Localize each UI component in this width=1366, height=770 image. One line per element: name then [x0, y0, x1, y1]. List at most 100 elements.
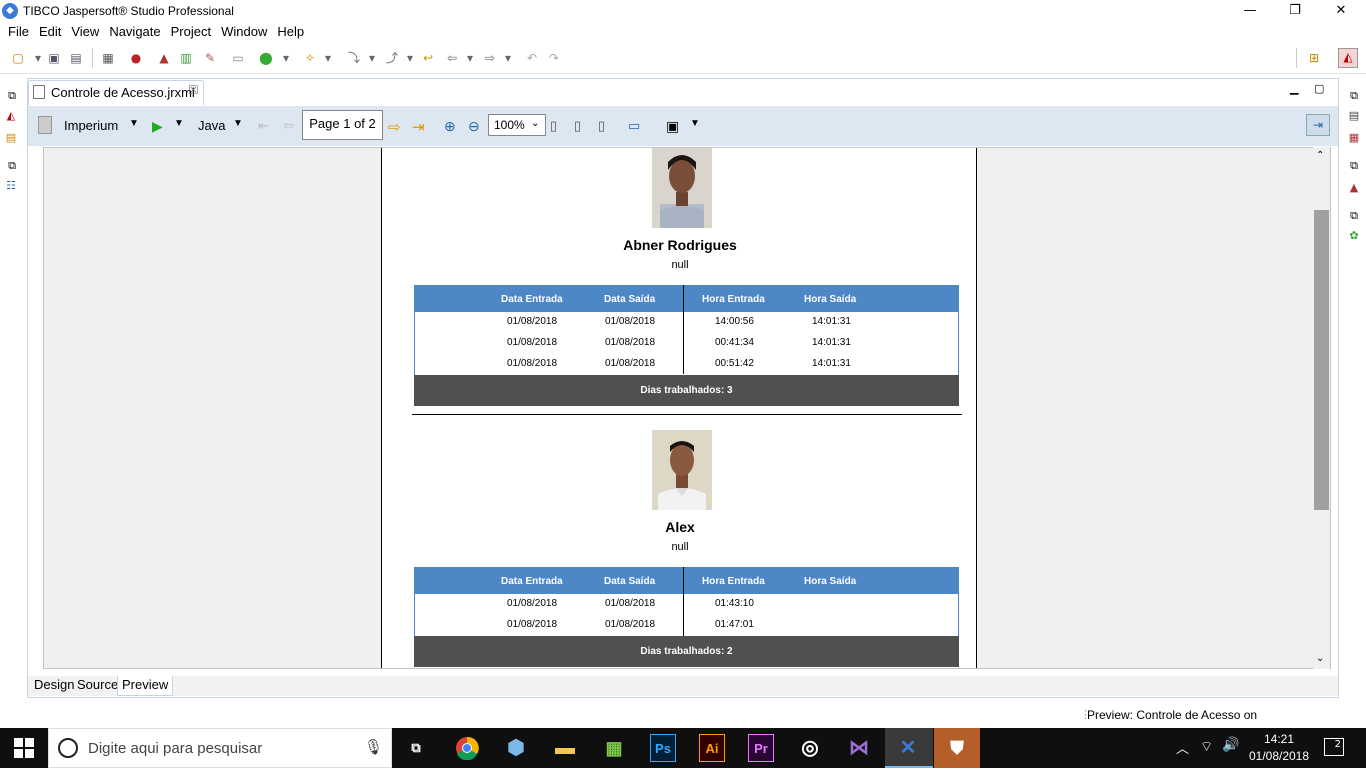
last-edit-icon[interactable]: ↩ [420, 50, 436, 66]
system-clock[interactable]: 14:21 01/08/2018 [1248, 731, 1310, 765]
tab-close-icon[interactable]: ☒ [188, 83, 199, 97]
save-all-icon[interactable]: ▤ [68, 50, 84, 66]
export-dropdown-icon[interactable]: ▼ [690, 118, 700, 129]
illustrator-icon[interactable]: Ai [699, 734, 725, 762]
dropdown-arrow-icon[interactable]: ▾ [278, 50, 294, 66]
menu-file[interactable]: File [4, 22, 33, 39]
restore-icon[interactable]: ⧉ [1346, 208, 1362, 224]
run-report-icon[interactable]: ▶ [152, 118, 163, 135]
zoom-in-icon[interactable]: ⊕ [444, 118, 456, 135]
image-icon[interactable]: ▲ [156, 50, 172, 66]
dropdown-arrow-icon[interactable]: ▾ [402, 50, 418, 66]
steam-icon[interactable]: ◎ [797, 734, 823, 762]
editor-minimize-icon[interactable]: ▁ [1290, 82, 1298, 95]
language-dropdown-icon[interactable]: ▼ [233, 118, 243, 129]
open-perspective-icon[interactable]: ⊞ [1306, 50, 1322, 66]
next-page-icon[interactable]: ⇨ [388, 118, 401, 136]
save-icon[interactable]: ▣ [46, 50, 62, 66]
windows-start-icon[interactable] [14, 738, 34, 758]
repository-explorer-icon[interactable]: ▤ [3, 130, 19, 146]
editor-maximize-icon[interactable]: ▢ [1314, 82, 1324, 95]
file-explorer-icon[interactable]: ▬ [552, 734, 578, 762]
redo-icon[interactable]: ↷ [546, 50, 562, 66]
search-tool-icon[interactable]: ✧ [302, 50, 318, 66]
dropdown-arrow-icon[interactable]: ▾ [462, 50, 478, 66]
outline-icon[interactable]: ☷ [3, 178, 19, 194]
notifications-icon[interactable]: 2 [1324, 738, 1344, 756]
close-button[interactable]: ✕ [1318, 0, 1364, 22]
forward-icon[interactable]: ⇨ [482, 50, 498, 66]
dropdown-arrow-icon[interactable]: ▾ [364, 50, 380, 66]
fit-page-icon[interactable]: ▯ [574, 118, 581, 134]
chrome-icon[interactable] [454, 734, 480, 762]
maximize-button[interactable]: ❐ [1272, 0, 1318, 22]
microphone-icon[interactable]: 🎙 [364, 738, 383, 756]
run-dropdown-icon[interactable]: ▼ [174, 118, 184, 129]
edit-icon[interactable]: ✎ [202, 50, 218, 66]
scroll-down-icon[interactable]: ⌄ [1316, 653, 1324, 664]
undo-icon[interactable]: ↶ [524, 50, 540, 66]
export-icon[interactable]: ▥ [178, 50, 194, 66]
zoom-dropdown-icon[interactable]: ⌄ [531, 118, 539, 129]
menu-project[interactable]: Project [167, 22, 215, 39]
restore-icon[interactable]: ⧉ [4, 88, 20, 104]
virtualbox-icon[interactable]: ⬢ [503, 734, 529, 762]
tab-preview[interactable]: Preview [117, 676, 174, 696]
prev-annotation-icon[interactable]: ⤴ [384, 50, 400, 66]
image-view-icon[interactable]: ▲ [1346, 180, 1362, 196]
volume-icon[interactable]: 🔊 [1222, 737, 1239, 753]
run-external-icon[interactable]: ⬤ [258, 50, 274, 66]
menu-help[interactable]: Help [273, 22, 308, 39]
restore-icon[interactable]: ⧉ [1346, 158, 1362, 174]
report-design-perspective-icon[interactable]: ◭ [1338, 48, 1358, 68]
palette-icon[interactable]: ▦ [1346, 130, 1362, 146]
task-view-icon[interactable]: ⧉ [403, 734, 429, 762]
visual-studio-icon[interactable]: ⋈ [846, 734, 872, 762]
restore-icon[interactable]: ⧉ [1346, 88, 1362, 104]
dropdown-arrow-icon[interactable]: ▾ [320, 50, 336, 66]
dropdown-arrow-icon[interactable]: ▾ [500, 50, 516, 66]
widgets-icon[interactable]: ✿ [1346, 228, 1362, 244]
restore-icon[interactable]: ⧉ [4, 158, 20, 174]
tab-design[interactable]: Design [30, 676, 78, 696]
data-adapter-select[interactable]: Imperium [64, 118, 118, 133]
menu-edit[interactable]: Edit [35, 22, 65, 39]
minimize-button[interactable]: — [1227, 0, 1273, 22]
scrollbar-thumb[interactable] [1314, 210, 1329, 510]
compile-icon[interactable]: ▦ [100, 50, 116, 66]
editor-tab[interactable]: Controle de Acesso.jrxml [28, 80, 204, 105]
menu-view[interactable]: View [67, 22, 103, 39]
dropdown-arrow-icon[interactable]: ▾ [30, 50, 46, 66]
data-adapter-dropdown-icon[interactable]: ▼ [129, 118, 139, 129]
premiere-icon[interactable]: Pr [748, 734, 774, 762]
properties-icon[interactable]: ▤ [1346, 108, 1362, 124]
photoshop-icon[interactable]: Ps [650, 734, 676, 762]
toggle-sidebar-icon[interactable]: ⇥ [1306, 114, 1330, 136]
tab-source[interactable]: Source [73, 676, 122, 696]
scroll-up-icon[interactable]: ⌃ [1316, 150, 1324, 161]
back-icon[interactable]: ⇦ [444, 50, 460, 66]
show-hidden-icons[interactable]: ︿ [1176, 738, 1189, 757]
print-icon[interactable]: ▭ [230, 50, 246, 66]
previous-page-icon[interactable]: ⇦ [283, 118, 294, 134]
zoom-out-icon[interactable]: ⊖ [468, 118, 480, 135]
page-indicator[interactable]: Page 1 of 2 [302, 110, 383, 140]
last-page-icon[interactable]: ⇥ [412, 118, 425, 136]
first-page-icon[interactable]: ⇤ [258, 118, 269, 134]
language-select[interactable]: Java [198, 118, 225, 133]
menu-navigate[interactable]: Navigate [105, 22, 164, 39]
new-file-icon[interactable]: ▢ [10, 50, 26, 66]
zoom-select[interactable]: 100% ⌄ [488, 114, 546, 136]
menu-window[interactable]: Window [217, 22, 271, 39]
next-annotation-icon[interactable]: ⤵ [346, 50, 362, 66]
export-save-icon[interactable]: ▣ [666, 118, 679, 135]
viewer-options-icon[interactable]: ▭ [628, 118, 640, 134]
actual-size-icon[interactable]: ▯ [550, 118, 557, 134]
fit-width-icon[interactable]: ▯ [598, 118, 605, 134]
debug-bug-icon[interactable]: ● [128, 50, 144, 66]
table-header: Data Entrada Data Saída Hora Entrada Hor… [414, 567, 959, 594]
network-icon[interactable]: ⌔ [1200, 738, 1213, 756]
android-studio-icon[interactable]: ▦ [601, 734, 627, 762]
report-perspective-icon[interactable]: ◭ [3, 108, 19, 124]
clock-time: 14:21 [1263, 732, 1295, 746]
